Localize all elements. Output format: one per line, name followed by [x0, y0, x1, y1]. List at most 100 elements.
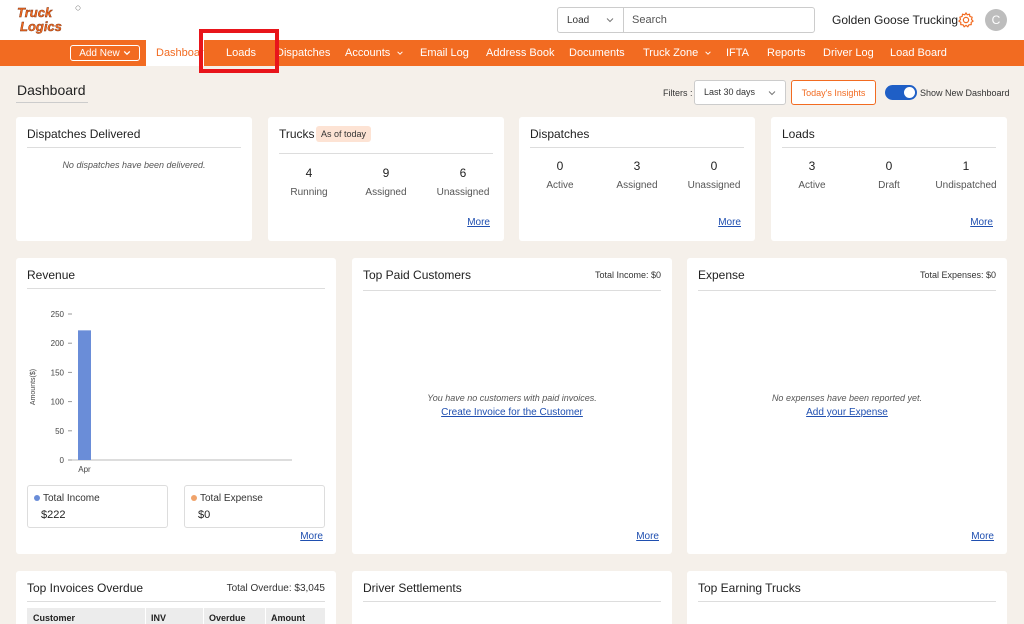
add-expense-link[interactable]: Add your Expense	[687, 407, 1007, 418]
revenue-card: Revenue 0 50 100 150 200 250 Amounts($) Apr Tot…	[16, 258, 336, 554]
stat-active: 3 Active	[777, 159, 847, 191]
card-divider	[279, 153, 493, 154]
new-dashboard-toggle[interactable]	[885, 85, 917, 100]
column-header[interactable]: Amount	[271, 613, 305, 623]
new-dashboard-toggle-label: Show New Dashboard	[920, 88, 1010, 98]
nav-item-ifta[interactable]: IFTA	[726, 40, 749, 66]
legend-label: Total Income	[43, 493, 100, 504]
chevron-down-icon	[768, 91, 776, 96]
chevron-down-icon	[606, 18, 614, 23]
empty-message: No dispatches have been delivered.	[62, 160, 206, 170]
nav-item-accounts-label: Accounts	[345, 47, 391, 59]
date-filter-select[interactable]: Last 30 days	[694, 80, 786, 105]
create-invoice-link[interactable]: Create Invoice for the Customer	[352, 407, 672, 418]
stat-value: 1	[962, 159, 970, 173]
card-divider	[698, 290, 996, 291]
stat-assigned: 9 Assigned	[351, 166, 421, 198]
stat-label: Unassigned	[436, 187, 490, 198]
truck-logics-logo[interactable]: Truck Logics	[16, 4, 82, 34]
search-input[interactable]	[624, 8, 814, 32]
column-header[interactable]: Overdue	[209, 613, 246, 623]
top-paid-customers-card: Top Paid Customers Total Income: $0 You …	[352, 258, 672, 554]
nav-item-driver-log[interactable]: Driver Log	[823, 40, 874, 66]
nav-item-dispatches[interactable]: Dispatches	[276, 40, 330, 66]
card-title: Top Invoices Overdue	[27, 581, 144, 595]
loads-card: Loads 3 Active 0 Draft 1 Undispatched Mo…	[771, 117, 1007, 241]
more-link[interactable]: More	[970, 217, 993, 228]
nav-item-address-book[interactable]: Address Book	[486, 40, 554, 66]
card-divider	[530, 147, 744, 148]
gear-icon[interactable]	[957, 11, 975, 29]
stat-draft: 0 Draft	[854, 159, 924, 191]
stat-value: 3	[808, 159, 816, 173]
overdue-table-header: Customer INV Overdue Amount	[27, 608, 325, 624]
top-invoices-overdue-card: Top Invoices Overdue Total Overdue: $3,0…	[16, 571, 336, 624]
y-tick-label: 150	[51, 368, 65, 377]
card-title: Loads	[782, 127, 815, 141]
top-bar: Truck Logics Load Golden Goose Trucking …	[0, 0, 1024, 40]
stat-label: Active	[798, 180, 826, 191]
legend-label: Total Expense	[200, 493, 263, 504]
date-filter-value: Last 30 days	[704, 87, 756, 97]
search-type-value: Load	[567, 14, 590, 26]
stat-undispatched: 1 Undispatched	[931, 159, 1001, 191]
stat-label: Active	[546, 180, 574, 191]
revenue-chart: 0 50 100 150 200 250 Amounts($) Apr	[30, 310, 292, 474]
top-earning-trucks-card: Top Earning Trucks	[687, 571, 1007, 624]
y-tick-label: 0	[60, 456, 65, 465]
nav-item-truck-zone[interactable]: Truck Zone	[643, 40, 712, 66]
column-header[interactable]: Customer	[33, 613, 75, 623]
card-title: Expense	[698, 268, 745, 282]
card-title: Driver Settlements	[363, 581, 462, 595]
more-link[interactable]: More	[300, 531, 323, 542]
total-expenses: Total Expenses: $0	[919, 270, 996, 280]
card-divider	[698, 601, 996, 602]
legend-total-expense: Total Expense $0	[184, 485, 325, 528]
column-divider	[145, 608, 146, 624]
stat-value: 6	[459, 166, 467, 180]
todays-insights-button[interactable]: Today's Insights	[791, 80, 876, 105]
more-link[interactable]: More	[467, 217, 490, 228]
column-divider	[203, 608, 204, 624]
avatar[interactable]: C	[985, 9, 1007, 31]
y-tick-label: 250	[51, 310, 65, 319]
column-header[interactable]: INV	[151, 613, 166, 623]
y-tick-label: 100	[51, 398, 65, 407]
nav-item-dashboard[interactable]: Dashboard	[146, 40, 204, 66]
add-new-button[interactable]: Add New	[70, 45, 140, 61]
nav-item-reports[interactable]: Reports	[767, 40, 806, 66]
logo-line2: Logics	[20, 19, 62, 34]
nav-item-documents[interactable]: Documents	[569, 40, 625, 66]
bar-total-income	[78, 330, 91, 460]
stat-value: 9	[382, 166, 390, 180]
stat-label: Draft	[878, 180, 900, 191]
stat-value: 3	[633, 159, 641, 173]
total-income: Total Income: $0	[594, 270, 661, 280]
stat-label: Assigned	[365, 187, 407, 198]
trucks-card: Trucks As of today 4 Running 9 Assigned …	[268, 117, 504, 241]
stat-label: Running	[290, 187, 328, 198]
card-divider	[27, 147, 241, 148]
chevron-down-icon	[397, 51, 404, 55]
more-link[interactable]: More	[718, 217, 741, 228]
y-tick-label: 50	[55, 427, 64, 436]
card-divider	[782, 147, 996, 148]
nav-item-accounts[interactable]: Accounts	[345, 40, 404, 66]
company-name[interactable]: Golden Goose Trucking	[832, 13, 958, 27]
logo-line1: Truck	[17, 5, 53, 20]
more-link[interactable]: More	[971, 531, 994, 542]
card-divider	[363, 601, 661, 602]
legend-dot	[34, 495, 40, 502]
stat-value: 0	[710, 159, 718, 173]
legend-name: Total Income	[34, 493, 100, 504]
card-title: Revenue	[27, 268, 76, 282]
chevron-down-icon	[123, 50, 131, 56]
search-type-select[interactable]: Load	[558, 8, 624, 32]
title-divider	[16, 102, 88, 103]
card-divider	[27, 601, 325, 602]
main-nav: Add New Dashboard Loads Dispatches Accou…	[0, 40, 1024, 66]
more-link[interactable]: More	[636, 531, 659, 542]
stat-value: 4	[305, 166, 313, 180]
nav-item-email-log[interactable]: Email Log	[420, 40, 469, 66]
nav-item-load-board[interactable]: Load Board	[890, 40, 947, 66]
